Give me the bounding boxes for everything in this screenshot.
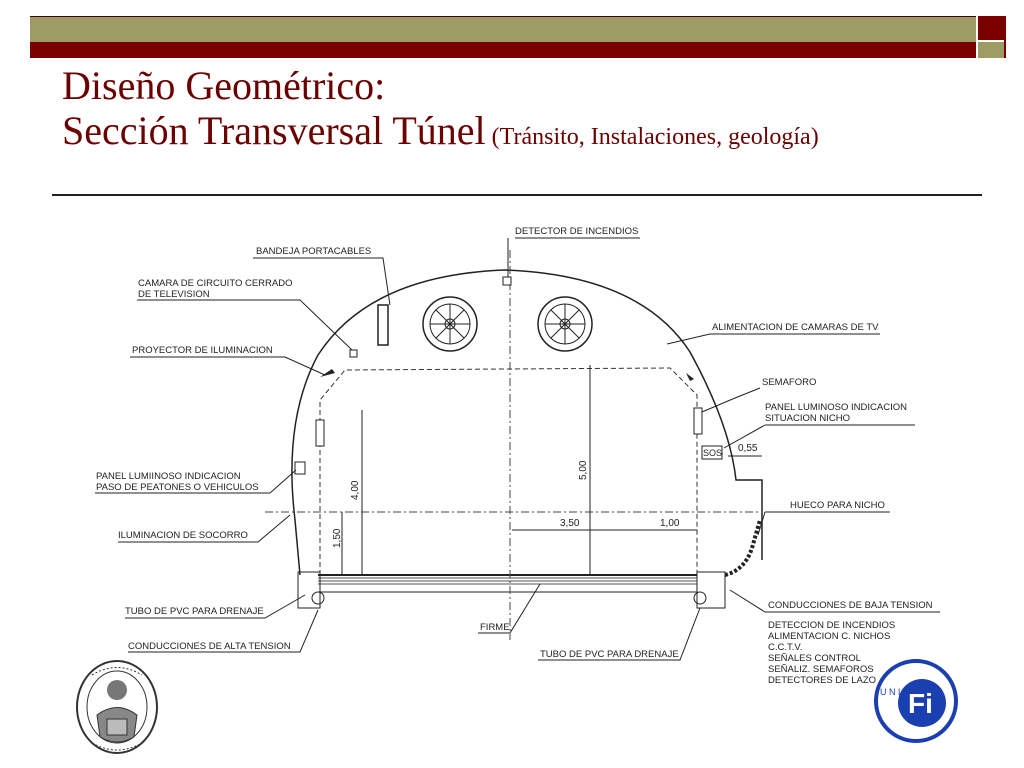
label-iluminacion-socorro: ILUMINACION DE SOCORRO — [118, 530, 248, 541]
dim-055-label: 0,55 — [738, 443, 758, 454]
dim-1-5-label: 1,50 — [332, 528, 343, 548]
label-list-6: DETECTORES DE LAZO — [768, 675, 876, 686]
right-cable-conduits — [724, 519, 762, 577]
dim-1-label: 1,00 — [660, 518, 680, 529]
label-bandeja: BANDEJA PORTACABLES — [256, 246, 371, 257]
right-lighting-projector — [686, 373, 694, 381]
dim-5-label: 5,00 — [578, 460, 589, 480]
label-list-4: SEÑALES CONTROL — [768, 653, 861, 664]
label-camara-2: DE TELEVISION — [138, 289, 210, 300]
label-alta-tension: CONDUCCIONES DE ALTA TENSION — [128, 641, 291, 652]
right-duct-block — [696, 571, 726, 609]
pedestrian-panel — [294, 461, 306, 475]
label-tubo-pvc-izq: TUBO DE PVC PARA DRENAJE — [125, 606, 264, 617]
logo-ring-letters: U N L P — [880, 687, 911, 697]
facultad-ingenieria-logo: Fi U N L P — [874, 659, 958, 743]
road-pavement — [318, 574, 697, 593]
label-semaforo: SEMAFORO — [762, 377, 816, 388]
label-tubo-pvc-der: TUBO DE PVC PARA DRENAJE — [540, 649, 679, 660]
tunnel-cross-section-diagram: 4,00 1,50 5,00 3,50 1,00 0,55 SOS DETECT… — [95, 226, 940, 686]
left-signal-panel — [315, 419, 325, 447]
jet-fan-right — [537, 296, 593, 352]
leader-lines — [95, 237, 940, 661]
label-panel-nicho-1: PANEL LUMINOSO INDICACION — [765, 402, 907, 413]
label-hueco-nicho: HUECO PARA NICHO — [790, 500, 885, 511]
lighting-projector — [320, 369, 335, 377]
label-list-5: SEÑALIZ. SEMAFOROS — [768, 664, 874, 675]
label-list-2: ALIMENTACION C. NICHOS — [768, 631, 890, 642]
dim-4-label: 4,00 — [350, 480, 361, 500]
label-camara-1: CAMARA DE CIRCUITO CERRADO — [138, 278, 292, 289]
label-list-3: C.C.T.V. — [768, 642, 803, 653]
label-proyector: PROYECTOR DE ILUMINACION — [132, 345, 273, 356]
cable-tray — [377, 304, 389, 346]
label-panel-peatones-2: PASO DE PEATONES O VEHICULOS — [96, 482, 259, 493]
clearance-outline — [319, 367, 698, 575]
dim-3-5-label: 3,50 — [560, 518, 580, 529]
traffic-light — [693, 407, 703, 435]
university-seal-logo — [76, 660, 158, 754]
label-panel-peatones-1: PANEL LUMIINOSO INDICACION — [96, 471, 241, 482]
sos-label: SOS — [703, 448, 722, 458]
label-panel-nicho-2: SITUACION NICHO — [765, 413, 850, 424]
jet-fan-left — [422, 296, 478, 352]
label-detector-incendios: DETECTOR DE INCENDIOS — [515, 226, 638, 237]
cctv-camera — [349, 349, 358, 358]
label-baja-tension: CONDUCCIONES DE BAJA TENSION — [768, 600, 933, 611]
left-drain-pipe — [311, 591, 325, 605]
left-duct-block — [297, 571, 321, 609]
label-list-1: DETECCION DE INCENDIOS — [768, 620, 895, 631]
fire-detector — [502, 276, 512, 286]
label-firme: FIRME — [480, 622, 510, 633]
logo-fi-letters: Fi — [908, 688, 933, 719]
right-drain-pipe — [693, 591, 707, 605]
label-alimentacion-tv: ALIMENTACION DE CAMARAS DE TV — [712, 322, 879, 333]
